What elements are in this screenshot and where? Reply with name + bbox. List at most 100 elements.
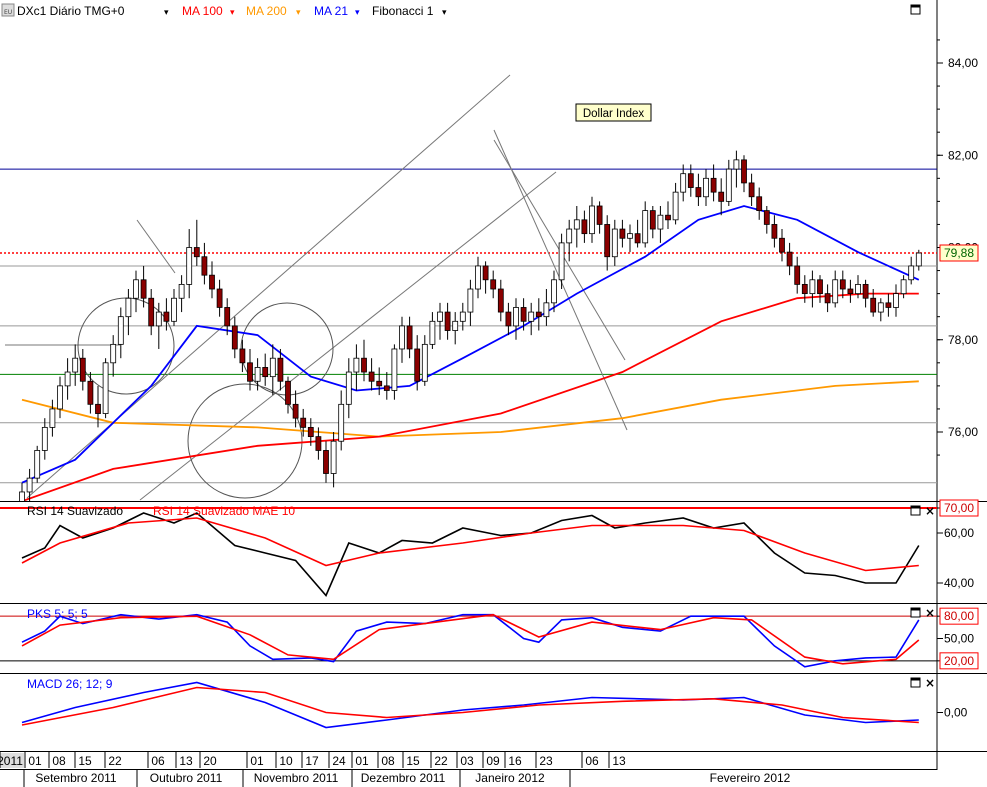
month-label: Fevereiro 2012 <box>710 771 791 785</box>
candle-body <box>414 348 421 382</box>
candle-body <box>870 297 877 313</box>
candle-body <box>687 173 694 188</box>
x-tick-label: 15 <box>406 754 420 768</box>
candle-body <box>847 288 854 295</box>
candle-body <box>330 440 337 474</box>
month-label: Dezembro 2011 <box>361 771 446 785</box>
candle-body <box>596 205 603 225</box>
candle-body <box>877 302 884 313</box>
candle-body <box>277 357 284 382</box>
candle-body <box>186 247 193 285</box>
candle-body <box>862 283 869 299</box>
candle-body <box>345 371 352 405</box>
ma21-dropdown-icon[interactable]: ▾ <box>355 8 360 18</box>
candle-body <box>353 357 360 373</box>
candle-body <box>558 242 565 281</box>
candle-body <box>391 348 398 391</box>
chart-title-text: Dollar Index <box>583 108 645 120</box>
candle-body <box>725 168 732 202</box>
candle-body <box>756 196 763 211</box>
rsi-mae-legend-label[interactable]: RSI 14 Suavizado MAE 10 <box>153 504 295 518</box>
candle-body <box>262 367 269 378</box>
month-label: Novembro 2011 <box>254 771 339 785</box>
candle-body <box>543 302 550 318</box>
candle-body <box>26 477 33 493</box>
candle-body <box>566 228 573 244</box>
symbol-title[interactable]: DXc1 Diário TMG+0 <box>17 4 125 18</box>
fibonacci-dropdown-icon[interactable]: ▾ <box>442 8 447 18</box>
candle-body <box>490 279 497 290</box>
x-tick-label: 08 <box>381 754 395 768</box>
candle-body <box>171 297 177 322</box>
candle-body <box>376 380 383 387</box>
candle-body <box>908 265 915 281</box>
pks-pane-close-icon[interactable]: × <box>925 606 935 620</box>
candle-body <box>809 279 816 295</box>
candle-body <box>741 159 747 184</box>
ma200-legend[interactable]: MA 200 <box>246 4 287 18</box>
candle-body <box>855 283 861 295</box>
candle-body <box>49 408 56 428</box>
y-tick-label: 76,00 <box>948 425 978 439</box>
y-tick-label: 0,00 <box>944 706 968 720</box>
pks-legend-label[interactable]: PKS 5; 5; 5 <box>27 607 88 621</box>
symbol-icon-glyph: EU <box>4 9 12 16</box>
ma100-legend[interactable]: MA 100 <box>182 4 223 18</box>
x-tick-label: 09 <box>486 754 500 768</box>
candle-body <box>695 187 702 198</box>
y-tick-label: 80,00 <box>944 609 974 623</box>
ma100-dropdown-icon[interactable]: ▾ <box>230 8 235 18</box>
x-tick-label: 24 <box>332 754 346 768</box>
candle-body <box>178 283 185 299</box>
x-tick-label: 17 <box>305 754 319 768</box>
candle-body <box>627 233 633 239</box>
ma200-dropdown-icon[interactable]: ▾ <box>296 8 301 18</box>
candle-body <box>399 325 405 350</box>
candle-body <box>581 219 588 235</box>
chart-title-box: Dollar Index <box>575 103 652 122</box>
candle-body <box>117 316 124 345</box>
candle-body <box>285 380 291 405</box>
x-tick-label: 03 <box>460 754 474 768</box>
rsi-legend-label[interactable]: RSI 14 Suavizado <box>27 504 123 518</box>
candle-body <box>467 288 474 313</box>
candle-body <box>915 252 922 267</box>
candle-body <box>125 297 132 318</box>
y-tick-label: 40,00 <box>944 576 974 590</box>
stock-chart-canvas: EU DXc1 Diário TMG+0 ▾ MA 100 ▾ MA 200 ▾… <box>0 0 987 787</box>
candle-body <box>247 362 253 382</box>
pks-pane-maximize-button[interactable] <box>910 607 921 618</box>
rsi-pane-close-icon[interactable]: × <box>925 504 935 518</box>
rsi-pane-maximize-button[interactable] <box>910 505 921 516</box>
candle-body <box>41 426 48 451</box>
candle-body <box>254 367 261 382</box>
main-pane-maximize-button[interactable] <box>910 4 921 15</box>
fibonacci-legend[interactable]: Fibonacci 1 <box>372 4 434 18</box>
candle-body <box>383 385 390 391</box>
candle-body <box>505 311 512 327</box>
candle-body <box>748 182 755 198</box>
candle-body <box>794 265 801 285</box>
candle-body <box>307 426 314 438</box>
macd-pane-close-icon[interactable]: × <box>925 676 935 690</box>
candle-body <box>718 191 725 202</box>
candle-body <box>338 403 345 442</box>
candle-body <box>201 256 208 276</box>
candle-body <box>763 210 770 225</box>
candle-body <box>102 362 109 414</box>
candle-body <box>368 371 375 382</box>
candle-body <box>148 297 155 327</box>
candle-body <box>95 403 101 414</box>
candle-body <box>551 279 557 304</box>
candle-body <box>589 205 595 235</box>
candle-body <box>710 177 717 193</box>
x-tick-label: 13 <box>612 754 626 768</box>
macd-pane-maximize-button[interactable] <box>910 677 921 688</box>
y-tick-label: 82,00 <box>948 148 978 162</box>
ma21-legend[interactable]: MA 21 <box>314 4 348 18</box>
candle-body <box>110 343 117 364</box>
candle-body <box>323 450 329 474</box>
x-tick-label: 23 <box>539 754 553 768</box>
symbol-dropdown-icon[interactable]: ▾ <box>164 8 169 18</box>
macd-legend-label[interactable]: MACD 26; 12; 9 <box>27 677 113 691</box>
